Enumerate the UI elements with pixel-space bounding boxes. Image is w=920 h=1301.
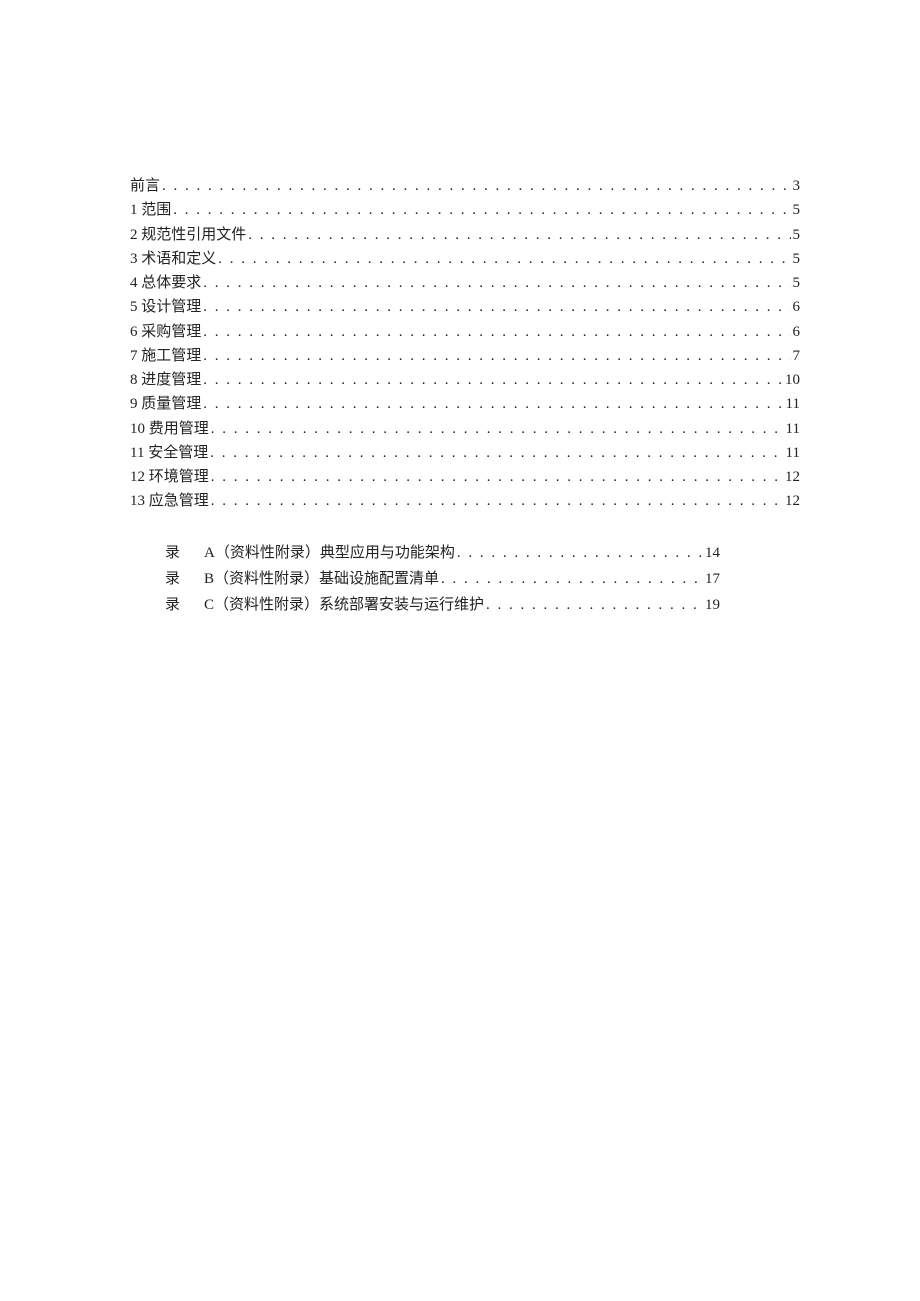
- toc-entry: 11 安全管理 . . . . . . . . . . . . . . . . …: [130, 442, 800, 465]
- toc-entry: 9 质量管理 . . . . . . . . . . . . . . . . .…: [130, 393, 800, 416]
- toc-page-number: 7: [793, 345, 801, 368]
- toc-page-number: 5: [793, 248, 801, 271]
- appendix-entry: 录 B（资料性附录）基础设施配置清单 . . . . . . . . . . .…: [150, 568, 720, 591]
- toc-label: 9 质量管理: [130, 393, 201, 416]
- appendix-prefix: 录: [150, 568, 204, 591]
- toc-dots: . . . . . . . . . . . . . . . . . . . . …: [203, 321, 790, 344]
- appendix-label: C（资料性附录）系统部署安装与运行维护: [204, 594, 484, 617]
- toc-label: 前言: [130, 175, 160, 198]
- toc-label: 10 费用管理: [130, 418, 209, 441]
- toc-dots: . . . . . . . . . . . . . . . . . . . . …: [203, 393, 783, 416]
- appendix-prefix: 录: [150, 542, 204, 565]
- toc-dots: . . . . . . . . . . . . . . . . . . . . …: [211, 490, 783, 513]
- toc-label: 1 范围: [130, 199, 171, 222]
- toc-page-number: 11: [786, 393, 800, 416]
- appendix-page-number: 17: [705, 568, 720, 591]
- appendix-label: B（资料性附录）基础设施配置清单: [204, 568, 439, 591]
- toc-page-number: 5: [793, 272, 801, 295]
- toc-dots: . . . . . . . . . . . . . . . . . . . . …: [203, 345, 790, 368]
- toc-entry: 5 设计管理 . . . . . . . . . . . . . . . . .…: [130, 296, 800, 319]
- toc-entry: 10 费用管理 . . . . . . . . . . . . . . . . …: [130, 418, 800, 441]
- toc-page-number: 12: [785, 466, 800, 489]
- toc-entry: 前言 . . . . . . . . . . . . . . . . . . .…: [130, 175, 800, 198]
- toc-page-number: 6: [793, 296, 801, 319]
- toc-page-number: 11: [786, 418, 800, 441]
- toc-entry: 13 应急管理 . . . . . . . . . . . . . . . . …: [130, 490, 800, 513]
- toc-page-number: 3: [793, 175, 801, 198]
- toc-dots: . . . . . . . . . . . . . . . . . . . . …: [203, 296, 790, 319]
- toc-page-number: 11: [786, 442, 800, 465]
- toc-label: 12 环境管理: [130, 466, 209, 489]
- toc-page-number: 6: [793, 321, 801, 344]
- toc-dots: . . . . . . . . . . . . . . . . . . . . …: [211, 466, 783, 489]
- toc-dots: . . . . . . . . . . . . . . . . . . . . …: [173, 199, 790, 222]
- toc-label: 6 采购管理: [130, 321, 201, 344]
- appendix-entry: 录 C（资料性附录）系统部署安装与运行维护 . . . . . . . . . …: [150, 594, 720, 617]
- toc-entry: 8 进度管理 . . . . . . . . . . . . . . . . .…: [130, 369, 800, 392]
- appendix-entry: 录 A（资料性附录）典型应用与功能架构 . . . . . . . . . . …: [150, 542, 720, 565]
- toc-label: 8 进度管理: [130, 369, 201, 392]
- appendix-page-number: 19: [705, 594, 720, 617]
- toc-dots: . . . . . . . . . . . . . . . . . . . . …: [210, 442, 783, 465]
- toc-label: 2 规范性引用文件: [130, 224, 246, 247]
- appendix-prefix: 录: [150, 594, 204, 617]
- toc-label: 4 总体要求: [130, 272, 201, 295]
- appendix-dots: . . . . . . . . . . . . . . . . . . . . …: [441, 568, 703, 591]
- toc-dots: . . . . . . . . . . . . . . . . . . . . …: [218, 248, 790, 271]
- toc-label: 13 应急管理: [130, 490, 209, 513]
- appendix-dots: . . . . . . . . . . . . . . . . . . . . …: [457, 542, 703, 565]
- toc-entry: 4 总体要求 . . . . . . . . . . . . . . . . .…: [130, 272, 800, 295]
- toc-entry: 3 术语和定义 . . . . . . . . . . . . . . . . …: [130, 248, 800, 271]
- appendix-dots: . . . . . . . . . . . . . . . . . . . . …: [486, 594, 703, 617]
- toc-label: 5 设计管理: [130, 296, 201, 319]
- toc-label: 7 施工管理: [130, 345, 201, 368]
- appendix-list: 录 A（资料性附录）典型应用与功能架构 . . . . . . . . . . …: [130, 542, 800, 618]
- toc-entry: 12 环境管理 . . . . . . . . . . . . . . . . …: [130, 466, 800, 489]
- toc-entry: 6 采购管理 . . . . . . . . . . . . . . . . .…: [130, 321, 800, 344]
- toc-page-number: 5: [793, 199, 801, 222]
- toc-list: 前言 . . . . . . . . . . . . . . . . . . .…: [130, 175, 800, 514]
- toc-page-number: 5: [793, 224, 801, 247]
- toc-page: 前言 . . . . . . . . . . . . . . . . . . .…: [0, 0, 920, 617]
- toc-label: 3 术语和定义: [130, 248, 216, 271]
- toc-dots: . . . . . . . . . . . . . . . . . . . . …: [248, 224, 790, 247]
- toc-dots: . . . . . . . . . . . . . . . . . . . . …: [211, 418, 784, 441]
- toc-label: 11 安全管理: [130, 442, 208, 465]
- appendix-page-number: 14: [705, 542, 720, 565]
- toc-dots: . . . . . . . . . . . . . . . . . . . . …: [203, 272, 790, 295]
- appendix-label: A（资料性附录）典型应用与功能架构: [204, 542, 455, 565]
- toc-entry: 7 施工管理 . . . . . . . . . . . . . . . . .…: [130, 345, 800, 368]
- toc-page-number: 12: [785, 490, 800, 513]
- toc-page-number: 10: [785, 369, 800, 392]
- toc-dots: . . . . . . . . . . . . . . . . . . . . …: [203, 369, 783, 392]
- toc-dots: . . . . . . . . . . . . . . . . . . . . …: [162, 175, 790, 198]
- toc-entry: 2 规范性引用文件 . . . . . . . . . . . . . . . …: [130, 224, 800, 247]
- toc-entry: 1 范围 . . . . . . . . . . . . . . . . . .…: [130, 199, 800, 222]
